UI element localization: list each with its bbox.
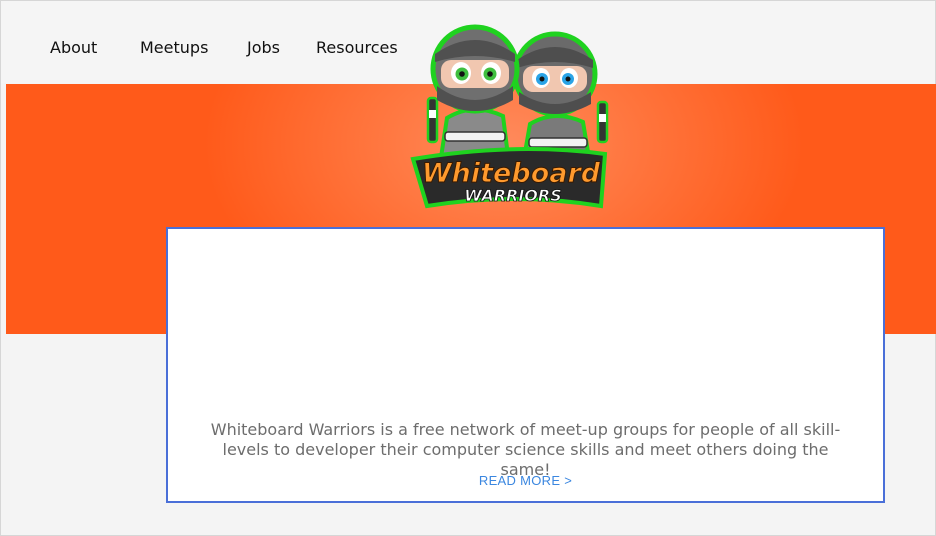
- nav-resources-link[interactable]: Resources: [316, 38, 398, 57]
- intro-card: Whiteboard Warriors is a free network of…: [166, 227, 885, 503]
- nav-meetups-link[interactable]: Meetups: [140, 38, 208, 57]
- nav-about-link[interactable]: About: [50, 38, 97, 57]
- site-logo[interactable]: Whiteboard WARRIORS: [405, 14, 625, 210]
- logo-line1-text: Whiteboard: [422, 158, 601, 189]
- ninja-mascots-logo-icon: Whiteboard WARRIORS: [410, 24, 609, 209]
- nav-jobs-link[interactable]: Jobs: [247, 38, 280, 57]
- logo-line2-text: WARRIORS: [464, 186, 562, 205]
- logo-wordmark: Whiteboard WARRIORS: [410, 147, 608, 209]
- intro-description: Whiteboard Warriors is a free network of…: [210, 420, 841, 479]
- read-more-link[interactable]: READ MORE >: [168, 473, 883, 488]
